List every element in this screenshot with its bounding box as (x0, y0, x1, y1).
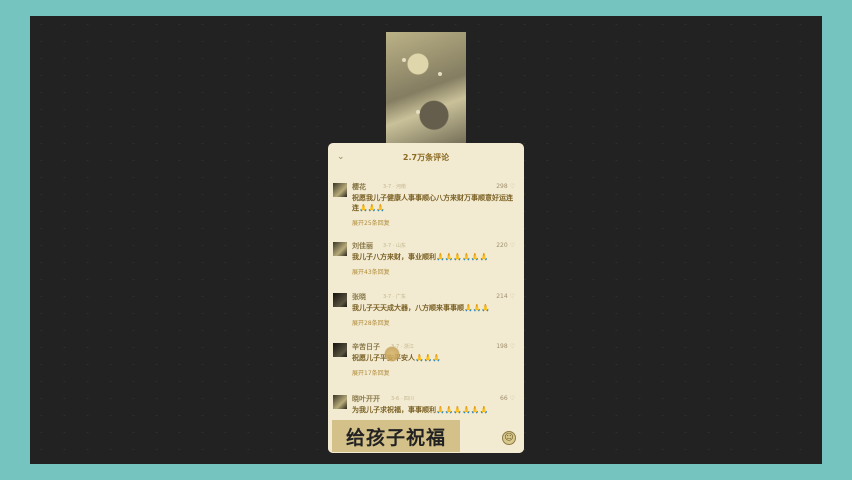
avatar[interactable] (333, 293, 347, 307)
like-button[interactable]: 220 ♡ (496, 242, 515, 249)
like-count: 220 (496, 242, 508, 249)
like-count: 66 (500, 395, 508, 402)
like-button[interactable]: 198 ♡ (496, 343, 515, 350)
comment-panel: ⌄ 2.7万条评论 樱花 3-7 · 河南 298 ♡ 祝愿我儿子健康人事事顺心… (328, 143, 524, 453)
avatar[interactable] (333, 183, 347, 197)
avatar[interactable] (333, 343, 347, 357)
comment-text: 祝愿我儿子健康人事事顺心八方来财万事顺意好运连连🙏🙏🙏 (352, 194, 513, 212)
comment-panel-header: ⌄ 2.7万条评论 (328, 143, 524, 171)
comment-text: 为我儿子求祝福，事事顺利🙏🙏🙏🙏🙏🙏 (352, 406, 489, 414)
comment-meta: 3-7 · 山东 (383, 243, 406, 249)
expand-replies-link[interactable]: 展开25条回复 (352, 218, 390, 227)
comment-meta: 3-7 · 广东 (383, 294, 406, 300)
avatar[interactable] (333, 242, 347, 256)
overlay-caption: 给孩子祝福 (332, 420, 460, 452)
like-button[interactable]: 298 ♡ (496, 183, 515, 190)
video-thumbnail[interactable] (386, 32, 466, 160)
touch-indicator (384, 346, 400, 362)
comment-text: 我儿子天天成大器，八方顺来事事顺🙏🙏🙏 (352, 304, 491, 312)
chevron-down-icon[interactable]: ⌄ (337, 152, 347, 162)
expand-replies-link[interactable]: 展开28条回复 (352, 318, 390, 327)
comment-user[interactable]: 晓叶开开 (352, 394, 380, 404)
comment-meta: 3-7 · 河南 (383, 184, 406, 190)
comment-text: 我儿子八方来财，事业顺利🙏🙏🙏🙏🙏🙏 (352, 253, 489, 261)
video-frame: ⌄ 2.7万条评论 樱花 3-7 · 河南 298 ♡ 祝愿我儿子健康人事事顺心… (30, 16, 822, 464)
expand-replies-link[interactable]: 展开17条回复 (352, 368, 390, 377)
sparkle-dot (438, 72, 442, 76)
comment-user[interactable]: 张晓 (352, 292, 366, 302)
heart-icon: ♡ (509, 343, 515, 350)
like-button[interactable]: 66 ♡ (500, 395, 515, 402)
comment-text: 祝愿儿子平安平安人🙏🙏🙏 (352, 353, 517, 363)
smile-icon[interactable]: ☺ (502, 431, 516, 445)
sparkle-dot (402, 58, 406, 62)
comment-user[interactable]: 刘佳丽 (352, 241, 373, 251)
comment-count-title: 2.7万条评论 (402, 152, 450, 162)
expand-replies-link[interactable]: 展开43条回复 (352, 267, 390, 276)
like-count: 298 (496, 183, 508, 190)
comment-meta: 3-6 · 四川 (391, 396, 414, 402)
heart-icon: ♡ (509, 183, 515, 190)
heart-icon: ♡ (509, 242, 515, 249)
heart-icon: ♡ (509, 293, 515, 300)
like-count: 198 (496, 343, 508, 350)
sparkle-dot (416, 110, 420, 114)
avatar[interactable] (333, 395, 347, 409)
like-count: 214 (496, 293, 508, 300)
comment-user[interactable]: 樱花 (352, 182, 366, 192)
like-button[interactable]: 214 ♡ (496, 293, 515, 300)
comment-user[interactable]: 辛苦日子 (352, 342, 380, 352)
heart-icon: ♡ (509, 395, 515, 402)
